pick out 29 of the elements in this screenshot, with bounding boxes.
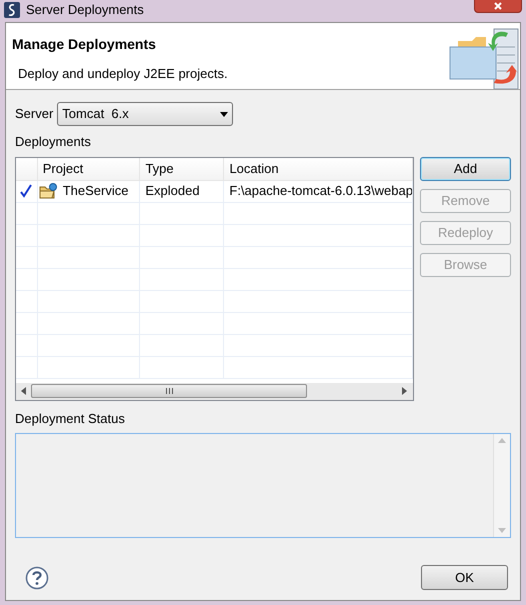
page-description: Deploy and undeploy J2EE projects. — [18, 65, 228, 83]
project-cell-text: TheService — [62, 182, 128, 200]
dropdown-arrow-icon — [220, 112, 228, 116]
scroll-left-icon[interactable] — [21, 387, 26, 395]
server-label: Server — [15, 105, 54, 124]
window-title: Server Deployments — [26, 1, 144, 20]
type-cell: Exploded — [140, 180, 224, 202]
folder-icon — [38, 183, 57, 199]
deployments-label: Deployments — [15, 133, 91, 151]
scroll-right-icon[interactable] — [402, 387, 407, 395]
scroll-down-icon — [498, 528, 506, 533]
scroll-up-icon — [498, 438, 506, 443]
app-icon — [4, 2, 20, 18]
ok-button[interactable]: OK — [421, 565, 508, 590]
horizontal-scrollbar[interactable] — [16, 382, 413, 400]
page-title: Manage Deployments — [12, 35, 156, 54]
close-icon — [493, 2, 503, 10]
location-cell: F:\apache-tomcat-6.0.13\webap — [224, 180, 413, 202]
close-button[interactable] — [474, 0, 522, 13]
grip-icon — [166, 388, 172, 394]
server-dropdown[interactable]: Tomcat 6.x — [57, 102, 234, 126]
status-label: Deployment Status — [15, 410, 125, 428]
help-icon[interactable] — [25, 566, 49, 590]
column-header[interactable]: Location — [224, 158, 413, 180]
action-button[interactable]: Add — [420, 156, 511, 180]
column-header[interactable]: Type — [140, 158, 224, 180]
scrollbar-thumb[interactable] — [31, 384, 307, 398]
checkmark-icon[interactable] — [19, 184, 34, 198]
column-header[interactable]: Project — [38, 158, 140, 180]
